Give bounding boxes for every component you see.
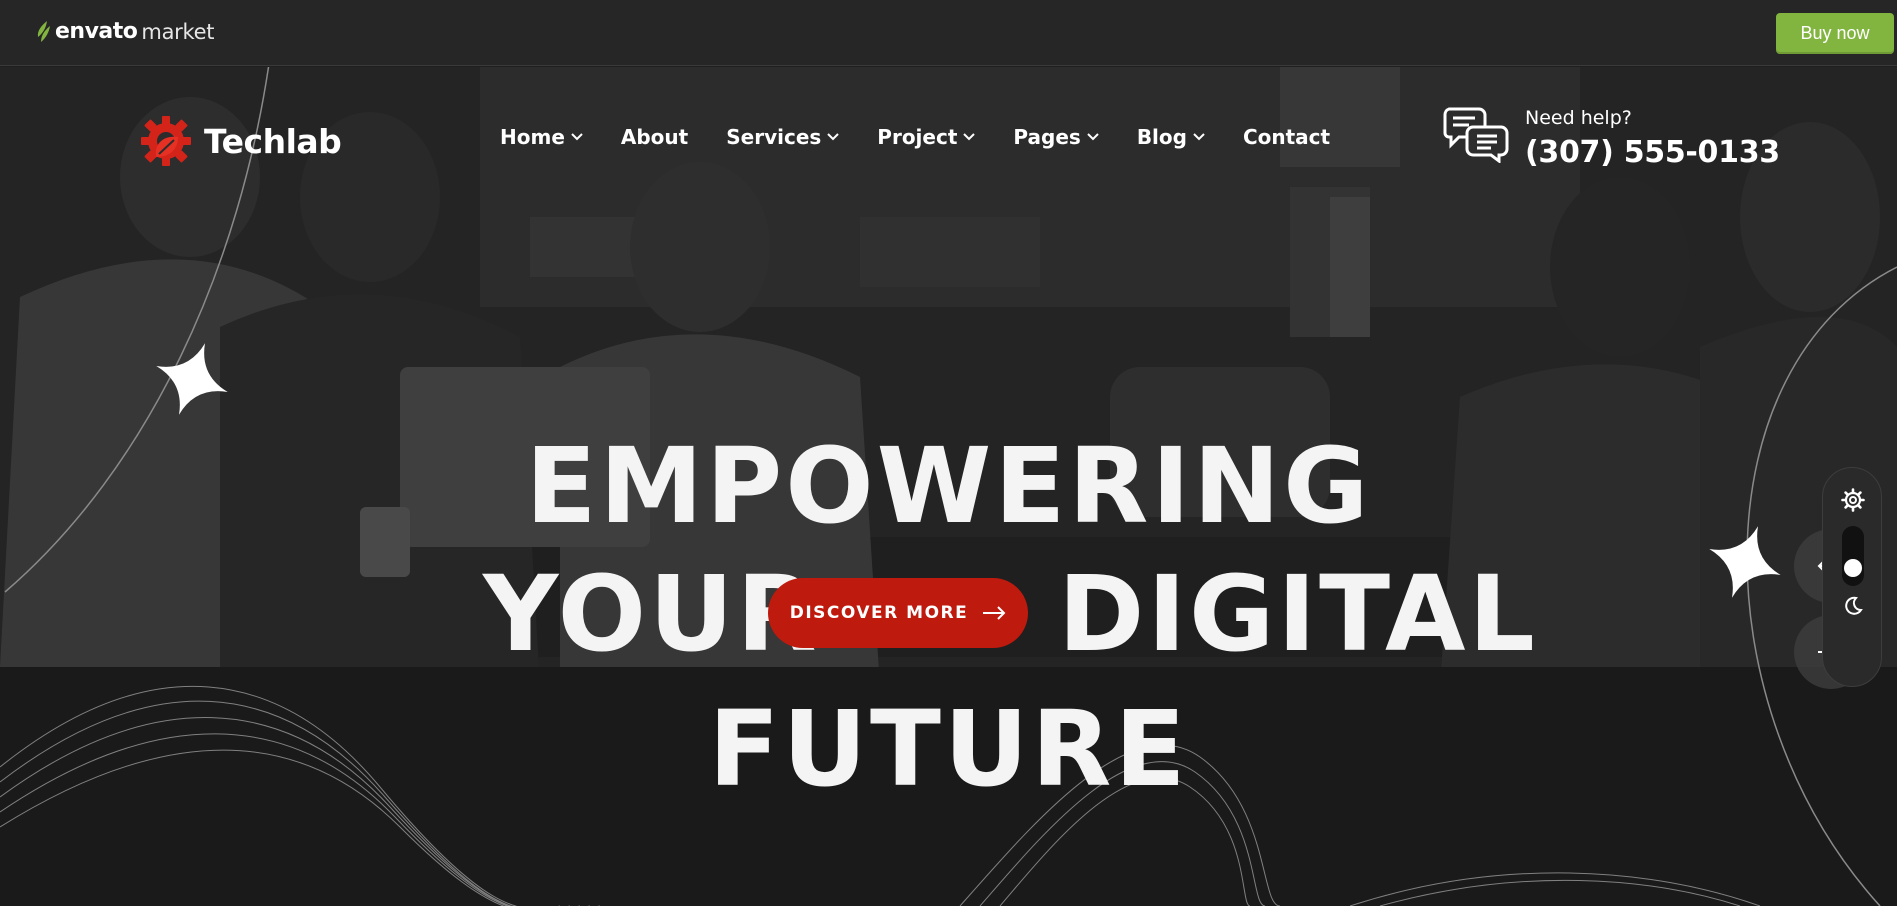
chevron-down-icon	[1193, 133, 1205, 141]
arrow-right-icon	[983, 606, 1006, 620]
nav-item-label: Project	[877, 125, 958, 149]
discover-more-button[interactable]: DISCOVER MORE	[768, 578, 1028, 648]
hero-section: Techlab Home About Services Project Page…	[0, 67, 1897, 906]
chevron-down-icon	[827, 133, 840, 141]
envato-top-bar: envato market Buy now	[0, 0, 1897, 66]
hero-word-digital: DIGITAL	[1058, 553, 1538, 675]
buy-now-button[interactable]: Buy now	[1776, 13, 1894, 54]
envato-market-logo[interactable]: envato market	[35, 19, 214, 44]
main-nav: Home About Services Project Pages Blog C…	[500, 125, 1368, 149]
nav-item-label: Services	[726, 125, 822, 149]
theme-toggle[interactable]	[1842, 526, 1864, 586]
chevron-down-icon	[571, 133, 583, 141]
nav-item-home[interactable]: Home	[500, 125, 583, 149]
theme-toggle-knob	[1844, 559, 1862, 577]
hero-headline-line2: YOUR DISCOVER MORE DIGITAL	[0, 554, 1897, 674]
brand-name: Techlab	[204, 121, 342, 161]
nav-item-label: Blog	[1136, 125, 1187, 149]
gear-icon[interactable]	[1841, 488, 1865, 512]
help-contact-block: Need help? (307) 555-0133	[1443, 105, 1780, 170]
nav-item-pages[interactable]: Pages	[1013, 125, 1099, 149]
sparkle-left-icon	[156, 343, 228, 415]
theme-switcher-panel	[1822, 467, 1882, 687]
help-phone-link[interactable]: (307) 555-0133	[1525, 135, 1780, 170]
help-text: Need help? (307) 555-0133	[1525, 105, 1780, 170]
envato-leaf-icon	[37, 20, 50, 42]
nav-item-label: About	[620, 125, 689, 149]
nav-item-contact[interactable]: Contact	[1243, 125, 1330, 149]
nav-item-label: Home	[500, 125, 565, 149]
chevron-down-icon	[1087, 133, 1099, 141]
hero-headline-line1: EMPOWERING	[525, 425, 1372, 547]
discover-more-label: DISCOVER MORE	[789, 603, 969, 623]
envato-brand-suffix: market	[141, 19, 215, 44]
chat-bubbles-icon	[1443, 107, 1509, 163]
envato-brand-word: envato	[55, 19, 138, 44]
nav-item-project[interactable]: Project	[877, 125, 976, 149]
nav-item-about[interactable]: About	[621, 125, 688, 149]
nav-item-services[interactable]: Services	[726, 125, 840, 149]
nav-item-blog[interactable]: Blog	[1137, 125, 1205, 149]
moon-icon[interactable]	[1843, 596, 1863, 616]
gear-leaf-logo-icon	[141, 116, 191, 166]
chevron-down-icon	[963, 133, 976, 141]
nav-item-label: Pages	[1013, 125, 1081, 149]
hero-headline-line3: FUTURE	[708, 688, 1189, 810]
nav-item-label: Contact	[1242, 125, 1331, 149]
techlab-logo[interactable]: Techlab	[138, 113, 342, 169]
help-label: Need help?	[1525, 107, 1632, 129]
